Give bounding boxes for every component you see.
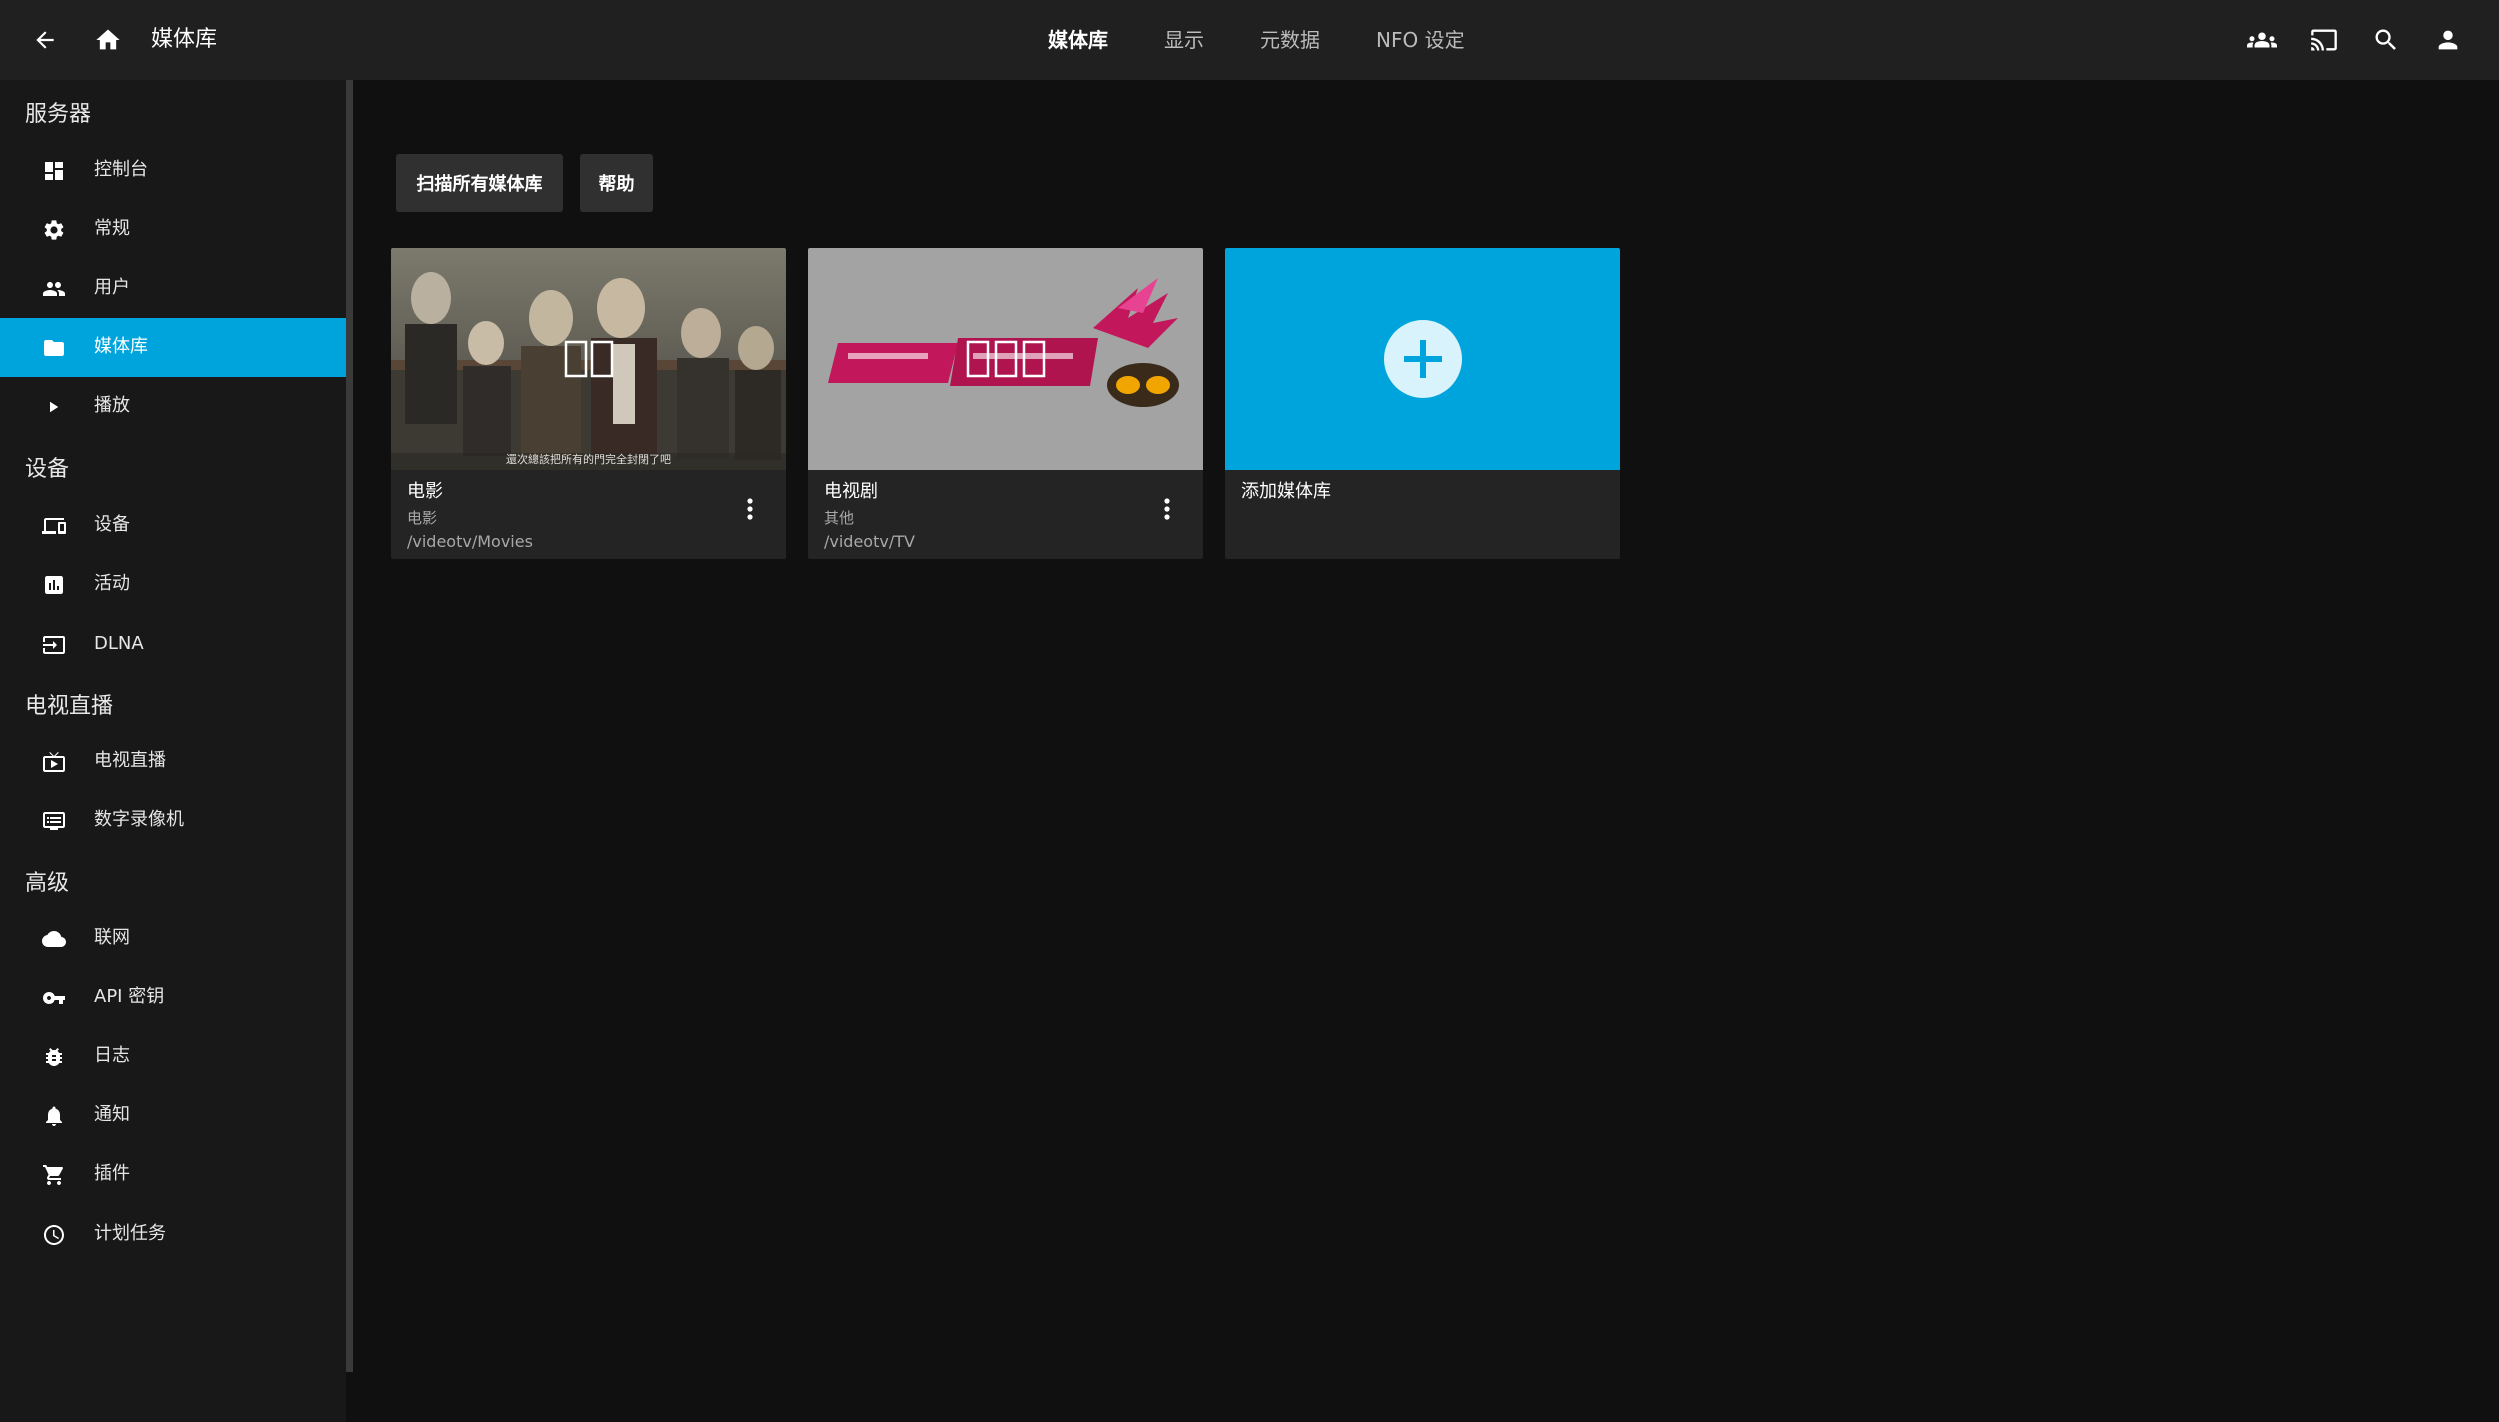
gear-icon [44, 220, 64, 240]
library-type-icon [564, 340, 614, 378]
bell-icon [46, 1106, 62, 1126]
sidebar-section-server: 服务器 [25, 102, 92, 127]
library-path: /videotv/Movies [407, 532, 533, 551]
sidebar-item-label: 电视直播 [94, 750, 166, 771]
key-icon [43, 992, 65, 1004]
home-icon [96, 29, 120, 50]
folder-icon [44, 340, 64, 356]
cart-icon [43, 1165, 64, 1185]
cast-icon [2311, 29, 2337, 51]
bug-icon [46, 1048, 62, 1066]
live-tv-icon [43, 752, 65, 772]
library-image-movies[interactable]: 還次總該把所有的門完全封閉了吧 [391, 248, 786, 470]
library-image-tv[interactable] [808, 248, 1203, 470]
library-card-movies[interactable]: 還次總該把所有的門完全封閉了吧 电影 电影 /videotv/Movies [391, 248, 786, 559]
sidebar-scrollbar[interactable] [346, 80, 353, 1372]
users-icon [2247, 32, 2277, 48]
page-title: 媒体库 [151, 27, 218, 52]
sidebar-item-label: 数字录像机 [94, 809, 184, 830]
library-type: 电影 [407, 509, 438, 527]
play-icon [50, 401, 59, 413]
sidebar-item-label: 设备 [94, 514, 130, 535]
header-tabs: 媒体库 显示 元数据 NFO 设定 [1020, 22, 1493, 58]
sidebar-item-general[interactable]: 常规 [0, 200, 346, 259]
library-type-icon [966, 340, 1046, 378]
sidebar-item-dlna[interactable]: DLNA [0, 615, 346, 674]
sidebar-item-label: 计划任务 [94, 1223, 166, 1244]
tab-libraries[interactable]: 媒体库 [1020, 22, 1136, 58]
sidebar-item-label: 联网 [94, 927, 130, 948]
library-card-tv[interactable]: 电视剧 其他 /videotv/TV [808, 248, 1203, 559]
sidebar-item-label: 用户 [94, 277, 130, 298]
add-library-card[interactable]: 添加媒体库 [1225, 248, 1620, 559]
sidebar-item-label: 播放 [94, 395, 130, 416]
tab-display[interactable]: 显示 [1136, 22, 1232, 58]
back-button[interactable] [21, 16, 69, 64]
sidebar-item-label: 控制台 [94, 159, 148, 180]
more-vert-icon[interactable] [1155, 494, 1179, 524]
sidebar-item-label: 插件 [94, 1163, 130, 1184]
help-button[interactable]: 帮助 [580, 154, 653, 212]
sidebar-item-plugins[interactable]: 插件 [0, 1145, 346, 1204]
sidebar-item-dashboard[interactable]: 控制台 [0, 141, 346, 200]
sidebar-item-logs[interactable]: 日志 [0, 1027, 346, 1086]
devices-icon [42, 518, 66, 534]
app-header: 媒体库 媒体库 显示 元数据 NFO 设定 [0, 0, 2499, 80]
add-library-label: 添加媒体库 [1241, 481, 1331, 502]
search-button[interactable] [2362, 16, 2410, 64]
sidebar-item-api-keys[interactable]: API 密钥 [0, 968, 346, 1027]
tab-metadata[interactable]: 元数据 [1232, 22, 1348, 58]
subtitle-caption: 還次總該把所有的門完全封閉了吧 [506, 453, 671, 466]
library-path: /videotv/TV [824, 532, 915, 551]
clock-icon [44, 1225, 64, 1245]
cast-button[interactable] [2300, 16, 2348, 64]
user-menu-button[interactable] [2424, 16, 2472, 64]
tab-nfo-settings[interactable]: NFO 设定 [1348, 22, 1493, 58]
sidebar: 服务器 控制台 常规 用户 媒体库 播放 设备 设备 活动 DLNA 电视直播 … [0, 80, 346, 1422]
account-icon [2438, 30, 2458, 50]
dvr-icon [43, 812, 65, 830]
sidebar-item-users[interactable]: 用户 [0, 259, 346, 318]
scan-all-libraries-button[interactable]: 扫描所有媒体库 [396, 154, 563, 212]
sidebar-section-advanced: 高级 [25, 871, 70, 896]
sidebar-item-notifications[interactable]: 通知 [0, 1086, 346, 1145]
search-icon [2375, 29, 2396, 50]
sidebar-item-dvr[interactable]: 数字录像机 [0, 791, 346, 850]
sidebar-item-label: 活动 [94, 573, 130, 594]
sidebar-item-playback[interactable]: 播放 [0, 377, 346, 436]
library-type: 其他 [824, 509, 855, 527]
sidebar-item-activity[interactable]: 活动 [0, 555, 346, 614]
sidebar-item-label: API 密钥 [94, 986, 165, 1007]
sidebar-section-devices: 设备 [25, 457, 70, 482]
input-icon [43, 636, 65, 654]
people-icon [43, 282, 65, 296]
sidebar-item-scheduled-tasks[interactable]: 计划任务 [0, 1205, 346, 1264]
sidebar-item-live-tv[interactable]: 电视直播 [0, 732, 346, 791]
sidebar-item-label: 日志 [94, 1045, 130, 1066]
library-name: 电影 [407, 481, 443, 502]
add-library-tile[interactable] [1225, 248, 1620, 470]
back-arrow-icon [36, 31, 54, 49]
sidebar-item-devices[interactable]: 设备 [0, 496, 346, 555]
sidebar-item-libraries[interactable]: 媒体库 [0, 318, 346, 377]
sidebar-section-live-tv: 电视直播 [25, 694, 114, 719]
cloud-icon [42, 931, 66, 947]
more-vert-icon[interactable] [738, 494, 762, 524]
sidebar-item-label: 常规 [94, 218, 130, 239]
sidebar-item-label: 媒体库 [94, 336, 148, 357]
chart-icon [45, 576, 63, 594]
library-name: 电视剧 [824, 481, 878, 502]
sidebar-item-networking[interactable]: 联网 [0, 909, 346, 968]
sidebar-item-label: DLNA [94, 633, 144, 654]
home-button[interactable] [84, 16, 132, 64]
add-circle-icon [1383, 320, 1462, 398]
sidebar-item-label: 通知 [94, 1104, 130, 1125]
sync-play-button[interactable] [2238, 16, 2286, 64]
dashboard-icon [45, 162, 63, 180]
